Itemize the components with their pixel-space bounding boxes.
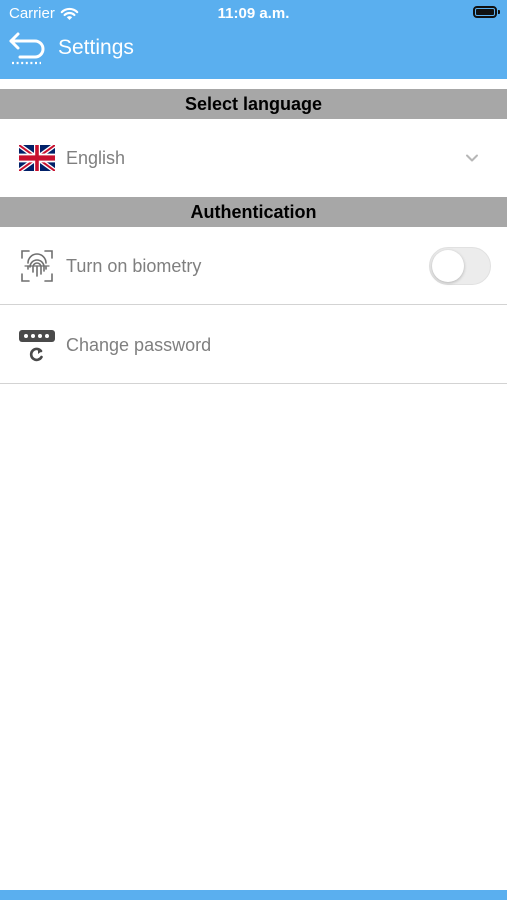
section-header-authentication: Authentication: [0, 197, 507, 227]
biometry-toggle[interactable]: [429, 247, 491, 285]
page-title: Settings: [58, 36, 134, 59]
change-password-label: Change password: [66, 334, 212, 355]
section-header-language: Select language: [0, 89, 507, 119]
biometry-label: Turn on biometry: [66, 255, 202, 276]
language-selector[interactable]: English: [0, 120, 507, 196]
battery-icon: [473, 6, 500, 18]
back-arrow-icon: [9, 32, 45, 65]
password-reset-icon: [18, 326, 56, 364]
fingerprint-icon: [18, 247, 56, 285]
bottom-bar: [0, 890, 507, 900]
change-password-row[interactable]: Change password: [0, 307, 507, 384]
toggle-knob: [432, 250, 464, 282]
app-header: Carrier 11:09 a.m. Settings: [0, 0, 507, 79]
chevron-down-icon[interactable]: [465, 151, 479, 165]
biometry-row: Turn on biometry: [0, 228, 507, 305]
selected-language: English: [66, 147, 126, 168]
back-button[interactable]: Settings: [8, 30, 134, 66]
status-time: 11:09 a.m.: [217, 5, 290, 22]
uk-flag-icon: [18, 139, 56, 177]
